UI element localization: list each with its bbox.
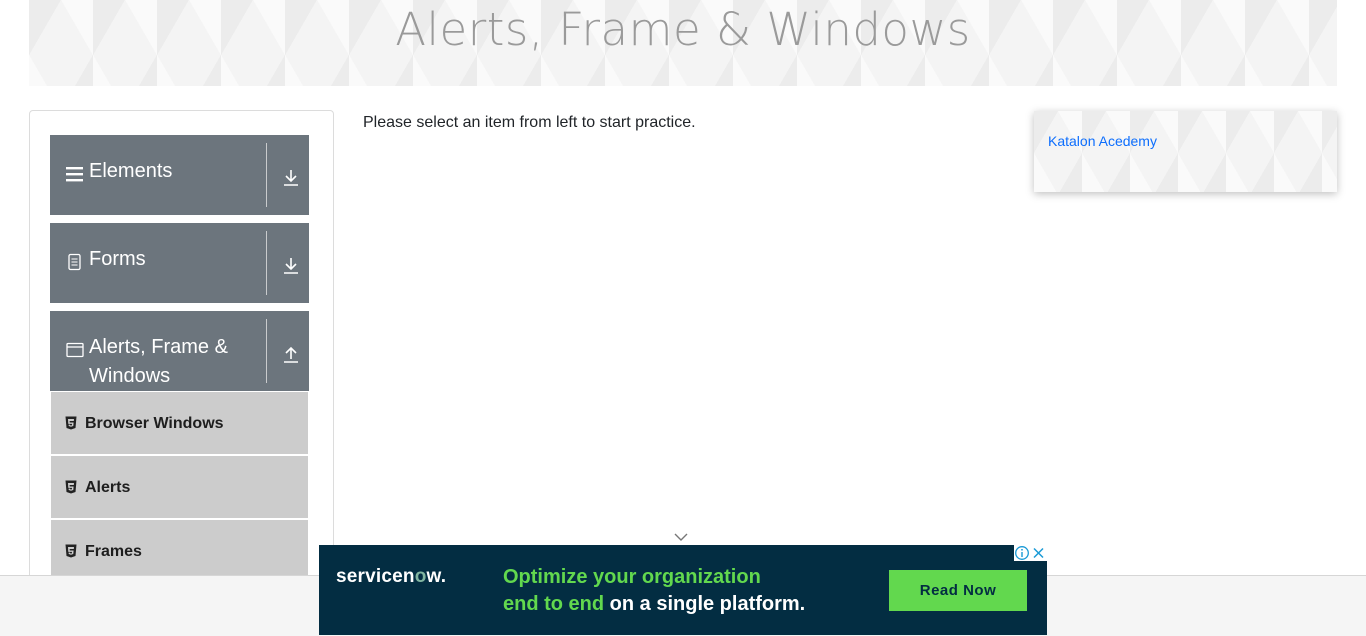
practice-instruction: Please select an item from left to start… <box>363 114 696 131</box>
ad-info-icon[interactable] <box>1014 545 1030 561</box>
group-elements[interactable]: Elements <box>50 135 309 215</box>
group-forms-label: Forms <box>89 248 146 270</box>
submenu-label: Alerts <box>85 479 131 496</box>
group-divider <box>266 143 267 207</box>
group-forms[interactable]: Forms <box>50 223 309 303</box>
list-icon <box>66 165 84 183</box>
page-banner: Alerts, Frame & Windows <box>29 0 1337 86</box>
submenu-browser-windows[interactable]: Browser Windows <box>51 392 308 456</box>
html5-icon <box>65 480 77 494</box>
group-elements-label: Elements <box>89 160 173 182</box>
html5-icon <box>65 416 77 430</box>
window-icon <box>66 341 84 359</box>
left-panel: Elements Forms Alerts, Frame & Windows B… <box>29 110 334 632</box>
side-card: Katalon Acedemy <box>1034 111 1337 192</box>
group-alerts-frame-windows[interactable]: Alerts, Frame & Windows <box>50 311 309 391</box>
ad-headline: Optimize your organization end to end on… <box>503 566 806 615</box>
group-divider <box>266 231 267 295</box>
page-title: Alerts, Frame & Windows <box>395 3 971 56</box>
group-alerts-label: Alerts, Frame & Windows <box>89 336 228 387</box>
close-icon[interactable] <box>1030 545 1047 561</box>
chevron-down-icon[interactable] <box>673 530 689 542</box>
submenu-label: Frames <box>85 543 142 560</box>
katalon-academy-link[interactable]: Katalon Acedemy <box>1048 133 1157 149</box>
ad-banner[interactable]: servicenow. Optimize your organization e… <box>319 545 1047 635</box>
collapse-up-icon[interactable] <box>281 344 301 364</box>
submenu-label: Browser Windows <box>85 415 224 432</box>
ad-brand-logo: servicenow. <box>336 566 447 587</box>
expand-down-icon[interactable] <box>281 168 301 188</box>
group-divider <box>266 319 267 383</box>
submenu-alerts[interactable]: Alerts <box>51 456 308 520</box>
html5-icon <box>65 544 77 558</box>
read-now-button[interactable]: Read Now <box>889 570 1027 611</box>
expand-down-icon[interactable] <box>281 256 301 276</box>
document-icon <box>66 253 84 271</box>
